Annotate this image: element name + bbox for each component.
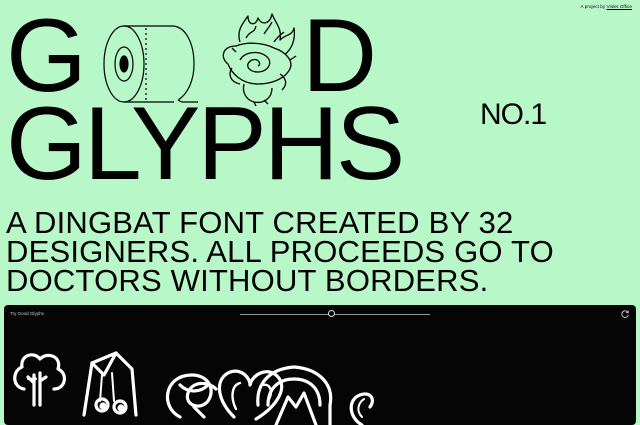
credit-prefix: A project by — [580, 4, 606, 9]
tester-label: Try Good Glyphs — [10, 311, 44, 316]
shield-mountain-glyph-icon — [256, 365, 333, 425]
violet-office-link[interactable]: Violet Office — [607, 4, 632, 9]
swirl-glyph-icon — [349, 392, 374, 425]
tagline-line-1: A DINGBAT FONT CREATED BY 32 — [6, 205, 514, 240]
edition-number: NO.1 — [480, 98, 547, 131]
glyph-preview-area[interactable] — [4, 345, 636, 425]
tagline-line-2: DESIGNERS. ALL PROCEEDS GO TO — [6, 234, 554, 269]
tree-glyph-icon — [13, 353, 66, 407]
hero-title: G D GLYPHS NO.1 — [6, 2, 547, 202]
pretzel-glyph-icon — [165, 373, 218, 419]
credit-line: A project by Violet Office — [581, 4, 632, 9]
house-eyes-glyph-icon — [82, 351, 138, 417]
size-slider[interactable] — [240, 314, 430, 315]
refresh-icon[interactable] — [620, 309, 630, 319]
tagline-line-3: DOCTORS WITHOUT BORDERS. — [6, 263, 489, 298]
font-tester-panel[interactable]: Try Good Glyphs — [4, 305, 636, 425]
tagline: A DINGBAT FONT CREATED BY 32 DESIGNERS. … — [6, 205, 606, 298]
title-glyphs: GLYPHS — [6, 86, 405, 202]
size-slider-handle[interactable] — [327, 310, 335, 317]
